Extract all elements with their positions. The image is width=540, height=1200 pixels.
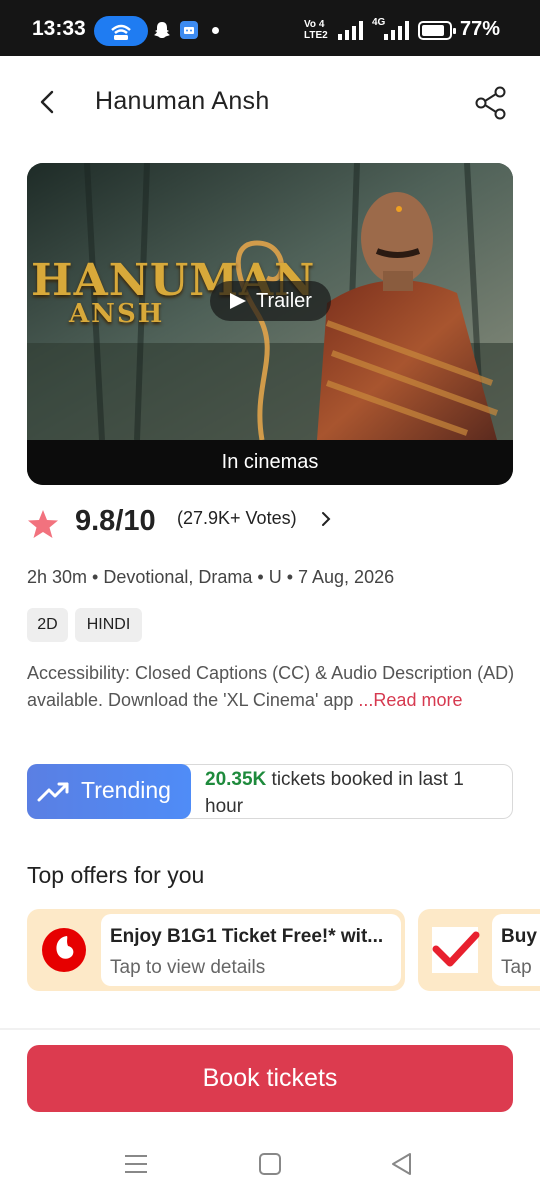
tickets-count: 20.35K	[205, 769, 267, 790]
home-button[interactable]	[256, 1150, 284, 1178]
read-more-link[interactable]: ...Read more	[358, 690, 462, 710]
book-tickets-button[interactable]: Book tickets	[27, 1045, 513, 1112]
accessibility-info: Accessibility: Closed Captions (CC) & Au…	[27, 660, 515, 714]
more-notifications-dot	[212, 27, 219, 34]
offer-brand-icon	[432, 927, 480, 973]
offer-subtitle: Tap	[501, 957, 532, 978]
tag-2d: 2D	[27, 608, 68, 642]
movie-meta: 2h 30m • Devotional, Drama • U • 7 Aug, …	[27, 567, 395, 587]
app-header: Hanuman Ansh	[0, 56, 540, 148]
triangle-back-icon	[392, 1153, 411, 1175]
votes-count: (27.9K+ Votes)	[177, 508, 297, 528]
app-notification-icon	[180, 21, 198, 39]
status-bar: 13:33 Vo 4 LTE2 4G 77%	[0, 0, 540, 56]
chevron-right-icon	[322, 512, 331, 526]
trending-badge: Trending	[27, 764, 191, 819]
trending-text: 20.35K tickets booked in last 1 hour	[205, 766, 505, 820]
offers-heading: Top offers for you	[27, 862, 205, 888]
hotspot-icon	[94, 16, 148, 46]
system-back-button[interactable]	[388, 1150, 416, 1178]
poster-logo-sub: ANSH	[69, 299, 165, 329]
offer-details: Buy Tap	[492, 914, 540, 986]
rating-row[interactable]: 9.8/10 (27.9K+ Votes)	[27, 503, 513, 543]
tag-language: HINDI	[75, 608, 142, 642]
menu-icon	[125, 1155, 147, 1173]
offer-details: Enjoy B1G1 Ticket Free!* wit... Tap to v…	[101, 914, 401, 986]
system-nav-bar	[0, 1130, 540, 1200]
page-title: Hanuman Ansh	[95, 87, 270, 115]
battery-icon	[418, 21, 456, 40]
chevron-left-icon	[40, 90, 54, 114]
status-time: 13:33	[32, 17, 86, 40]
offer-card[interactable]: Buy Tap	[418, 909, 540, 991]
trending-label: Trending	[81, 777, 171, 803]
trailer-button[interactable]: Trailer	[210, 281, 331, 321]
trending-up-icon	[37, 782, 69, 802]
star-icon	[28, 510, 58, 538]
back-button[interactable]	[30, 84, 66, 120]
offer-title: Enjoy B1G1 Ticket Free!* wit...	[110, 926, 384, 947]
recent-apps-button[interactable]	[122, 1150, 150, 1178]
battery-percent: 77%	[460, 18, 501, 40]
trailer-label: Trailer	[256, 290, 312, 312]
offer-subtitle: Tap to view details	[110, 957, 266, 978]
vodafone-icon	[42, 928, 86, 972]
signal-icon	[338, 20, 364, 45]
trending-banner: Trending 20.35K tickets booked in last 1…	[27, 764, 513, 819]
share-icon	[475, 86, 506, 120]
offer-card[interactable]: Enjoy B1G1 Ticket Free!* wit... Tap to v…	[27, 909, 405, 991]
home-icon	[259, 1153, 281, 1175]
signal-icon	[384, 20, 410, 45]
divider	[0, 1028, 540, 1030]
share-button[interactable]	[472, 84, 510, 122]
offer-title: Buy	[501, 926, 537, 947]
rating-value: 9.8/10	[75, 505, 156, 537]
snapchat-icon	[152, 20, 172, 40]
volte-indicator: Vo 4 LTE2	[304, 19, 328, 41]
release-status: In cinemas	[27, 440, 513, 485]
play-icon	[230, 293, 246, 309]
movie-poster[interactable]: HANUMAN ANSH Trailer In cinemas	[27, 163, 513, 485]
